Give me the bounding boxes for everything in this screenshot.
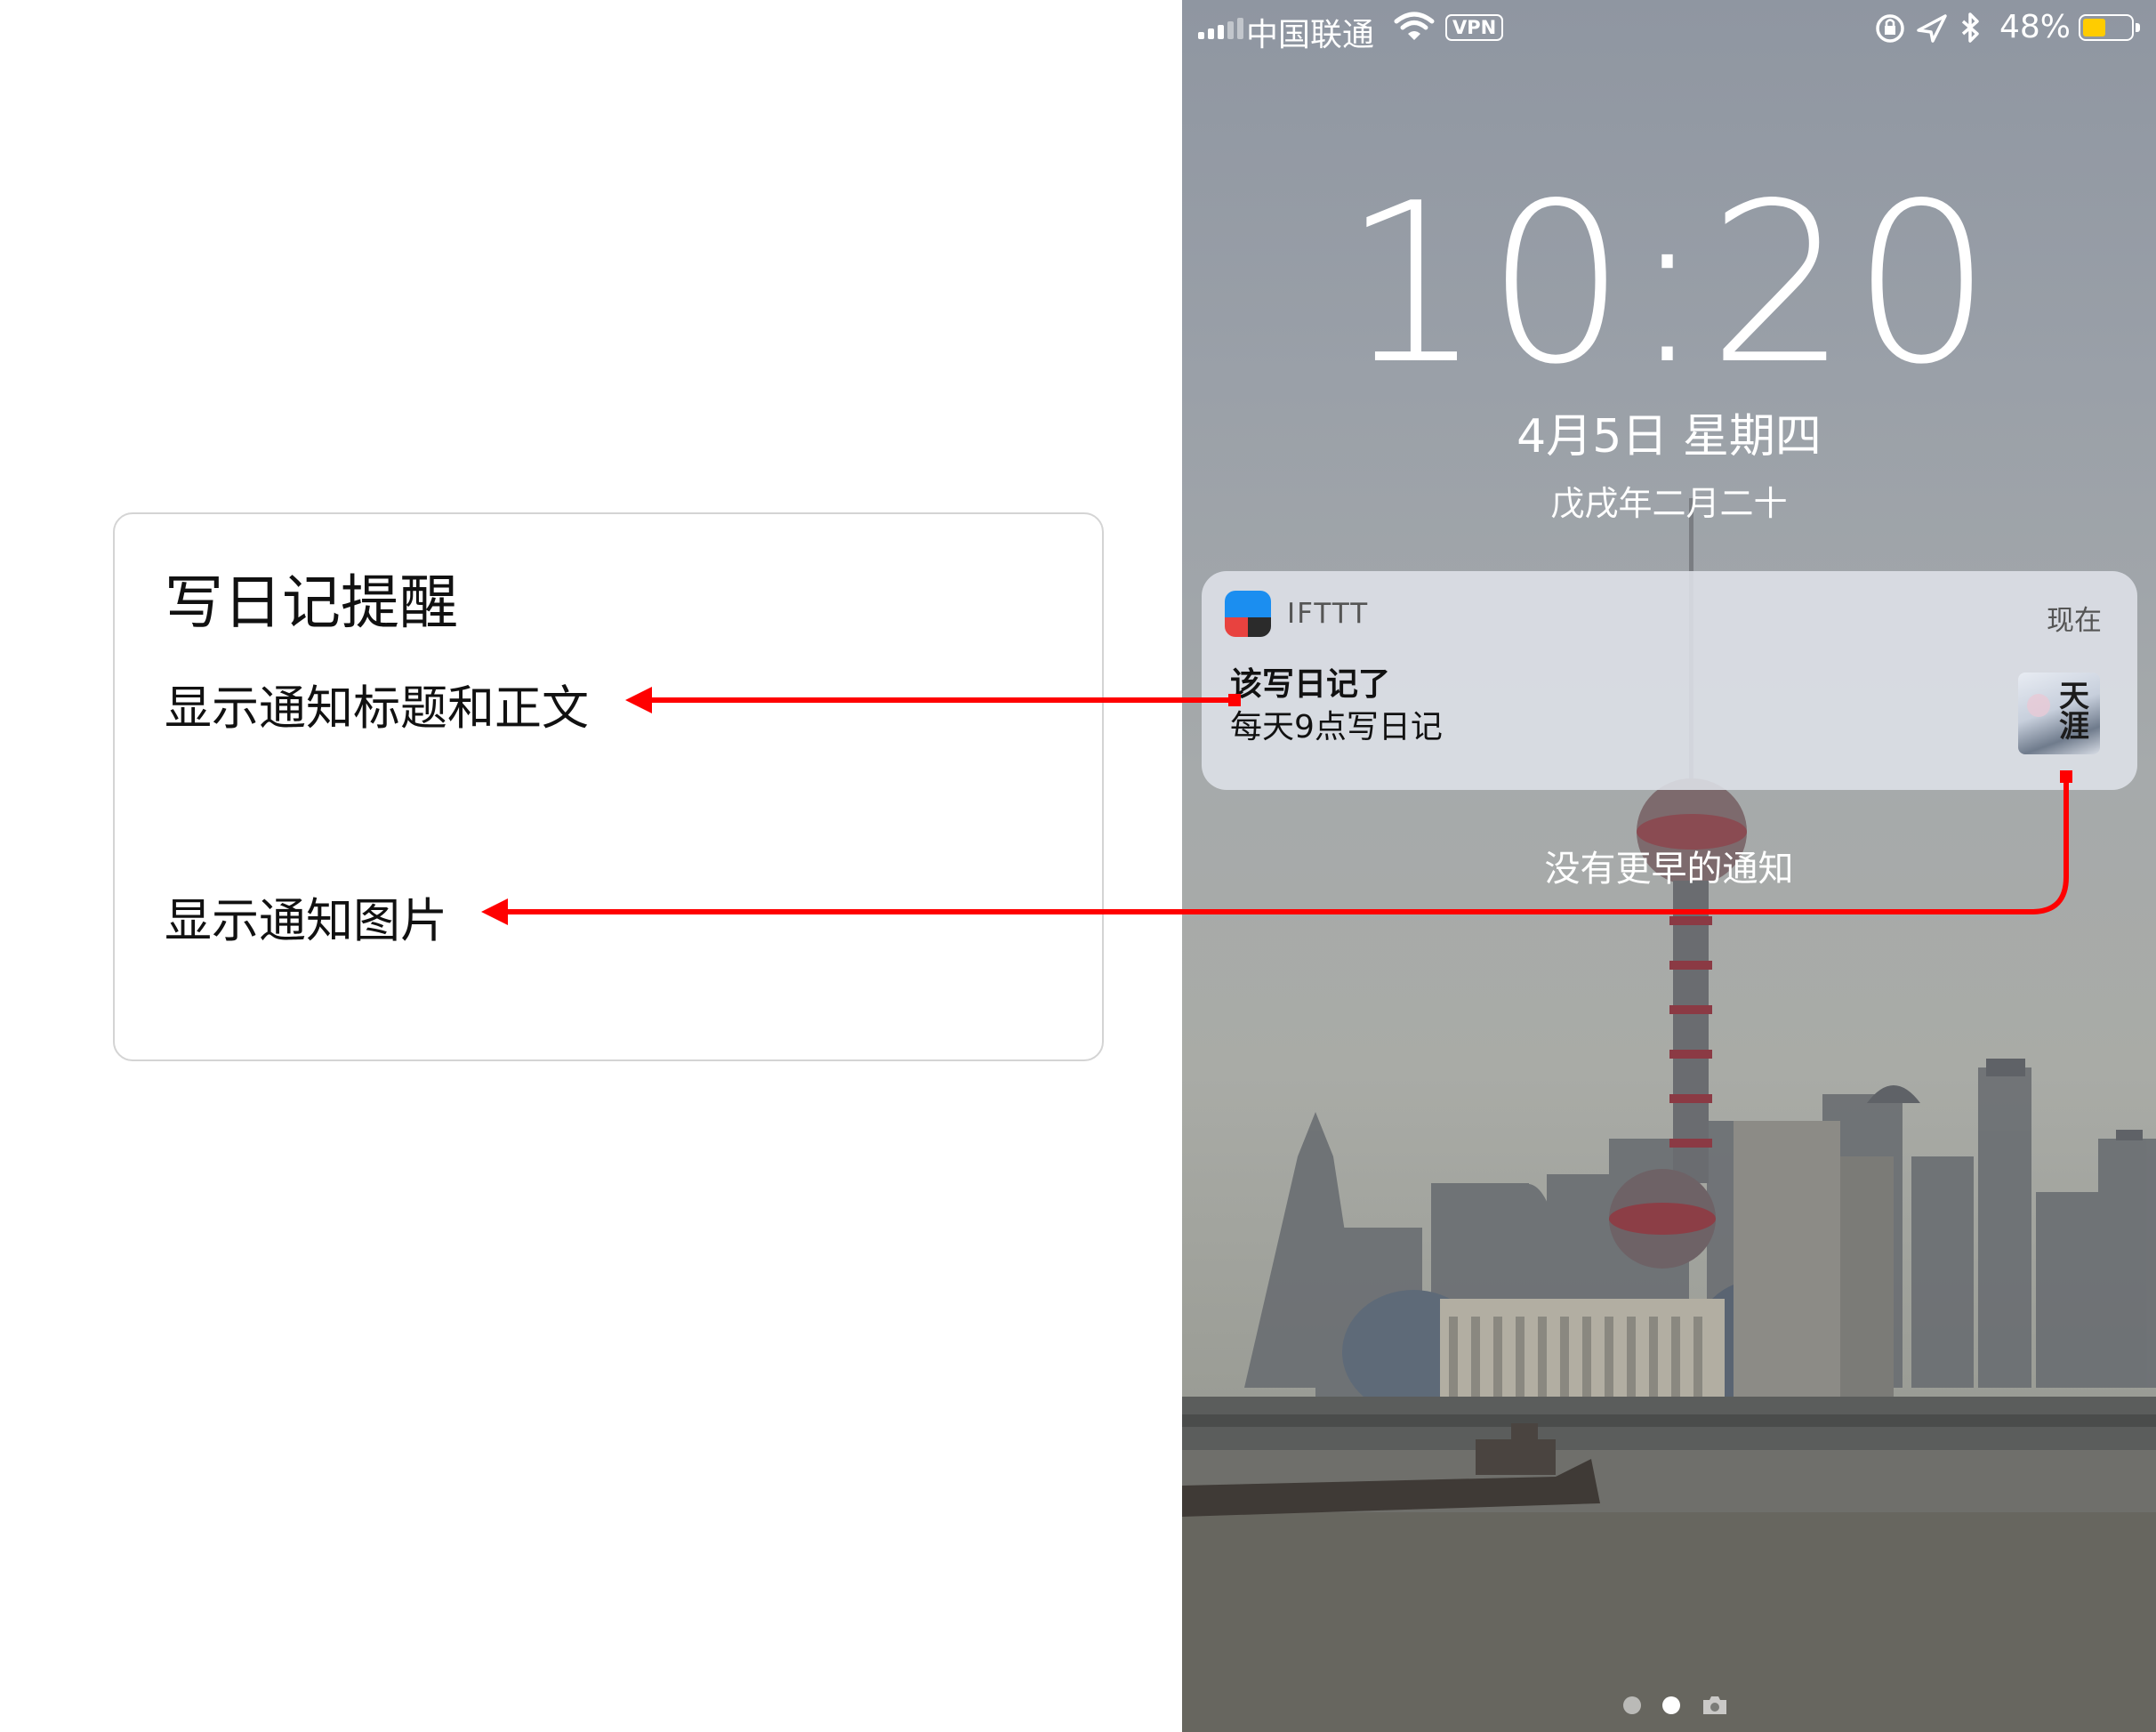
- status-icons: [1876, 12, 1979, 43]
- notification-card[interactable]: IFTTT 现在 该写日记了 每天9点写日记 天涯: [1202, 571, 2137, 790]
- card-line-title-body: 显示通知标题和正文: [165, 681, 589, 736]
- battery-icon: [2079, 14, 2140, 41]
- lock-screen: 中国联通 VPN 48% 10:20 4月5日 星期四 戊戌年二月二十 IFTT…: [1182, 0, 2156, 1732]
- battery-percent: 48%: [1999, 9, 2072, 45]
- card-line-image: 显示通知图片: [165, 894, 447, 948]
- lunar-date: 戊戌年二月二十: [1550, 484, 1788, 523]
- page-indicator: [1623, 1695, 1728, 1716]
- wifi-icon: [1394, 12, 1435, 40]
- page-dot-active[interactable]: [1662, 1696, 1680, 1714]
- lock-date: 4月5日 星期四: [1516, 410, 1822, 463]
- rotation-lock-icon: [1876, 14, 1904, 43]
- signal-icon: [1198, 18, 1243, 39]
- page-dot[interactable]: [1623, 1696, 1641, 1714]
- location-icon: [1917, 14, 1947, 43]
- notification-thumbnail: 天涯: [2018, 673, 2100, 754]
- notification-app-name: IFTTT: [1287, 598, 1370, 630]
- notification-time: 现在: [2047, 605, 2102, 637]
- notification-body: 每天9点写日记: [1230, 709, 1443, 745]
- camera-icon[interactable]: [1701, 1695, 1728, 1716]
- lock-time: 10:20: [1342, 157, 1996, 413]
- notification-title: 该写日记了: [1230, 666, 1391, 703]
- no-earlier-notifications: 没有更早的通知: [1544, 849, 1794, 890]
- card-title: 写日记提醒: [165, 568, 458, 637]
- ifttt-app-icon: [1225, 591, 1271, 637]
- vpn-badge: VPN: [1445, 14, 1504, 41]
- carrier-name: 中国联通: [1246, 17, 1375, 53]
- annotation-card: 写日记提醒 显示通知标题和正文 显示通知图片: [113, 512, 1104, 1061]
- bluetooth-icon: [1961, 12, 1979, 43]
- status-bar: 中国联通 VPN 48%: [1182, 0, 2156, 57]
- thumbnail-calligraphy: 天涯: [2059, 679, 2089, 745]
